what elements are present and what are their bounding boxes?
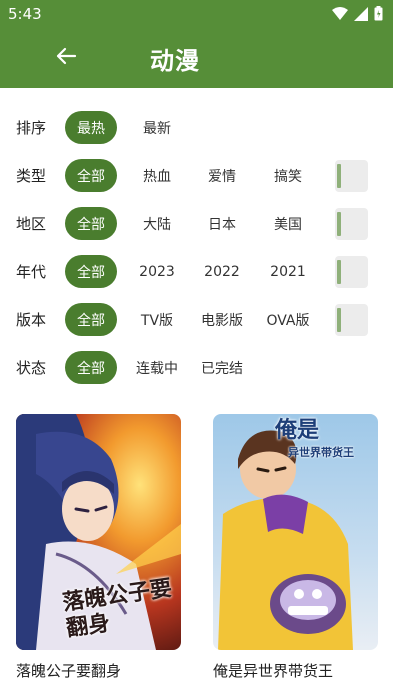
- row-scroll-indicator[interactable]: [335, 160, 368, 192]
- signal-icon: [354, 6, 368, 21]
- chip-state-all[interactable]: 全部: [65, 351, 117, 384]
- back-button[interactable]: [52, 42, 80, 70]
- chip-year-2022[interactable]: 2022: [196, 255, 248, 288]
- filter-label-sort: 排序: [16, 119, 47, 137]
- filter-label-state: 状态: [16, 359, 47, 377]
- anime-card[interactable]: 俺是 异世界带货王 俺是异世界带货王: [213, 414, 378, 681]
- chip-sort-new[interactable]: 最新: [131, 111, 183, 144]
- app-bar: 动漫: [0, 28, 393, 88]
- chip-type-romance[interactable]: 爱情: [196, 159, 248, 192]
- chip-region-mainland[interactable]: 大陆: [131, 207, 183, 240]
- chip-state-finished[interactable]: 已完结: [193, 351, 251, 384]
- chip-year-2023[interactable]: 2023: [131, 255, 183, 288]
- anime-card[interactable]: 落魄公子要翻身 落魄公子要翻身: [16, 414, 181, 681]
- battery-icon: [374, 6, 383, 21]
- status-time: 5:43: [8, 5, 42, 23]
- chip-sort-hot[interactable]: 最热: [65, 111, 117, 144]
- row-scroll-indicator[interactable]: [335, 256, 368, 288]
- chip-version-all[interactable]: 全部: [65, 303, 117, 336]
- chip-year-all[interactable]: 全部: [65, 255, 117, 288]
- anime-cover[interactable]: 俺是 异世界带货王: [213, 414, 378, 650]
- chip-type-comedy[interactable]: 搞笑: [262, 159, 314, 192]
- cover-title-main: 俺是: [275, 417, 320, 443]
- row-scroll-indicator[interactable]: [335, 208, 368, 240]
- filter-label-year: 年代: [16, 263, 47, 281]
- wifi-icon: [332, 6, 348, 20]
- cover-title-sub: 异世界带货王: [288, 446, 354, 459]
- chip-year-2021[interactable]: 2021: [262, 255, 314, 288]
- filter-row-version: 版本 全部 TV版 电影版 OVA版: [0, 297, 393, 341]
- filter-row-region: 地区 全部 大陆 日本 美国: [0, 201, 393, 245]
- chip-state-ongoing[interactable]: 连载中: [128, 351, 186, 384]
- chip-type-action[interactable]: 热血: [131, 159, 183, 192]
- page-title: 动漫: [150, 47, 200, 75]
- status-bar: 5:43: [0, 0, 393, 28]
- filter-row-type: 类型 全部 热血 爱情 搞笑: [0, 153, 393, 197]
- filter-label-type: 类型: [16, 167, 47, 185]
- chip-type-all[interactable]: 全部: [65, 159, 117, 192]
- filter-row-state: 状态 全部 连载中 已完结: [0, 345, 393, 389]
- chip-region-usa[interactable]: 美国: [262, 207, 314, 240]
- chip-region-japan[interactable]: 日本: [196, 207, 248, 240]
- chip-version-ova[interactable]: OVA版: [259, 303, 317, 336]
- row-scroll-indicator[interactable]: [335, 304, 368, 336]
- filter-row-year: 年代 全部 2023 2022 2021: [0, 249, 393, 293]
- anime-cover[interactable]: 落魄公子要翻身: [16, 414, 181, 650]
- anime-title: 俺是异世界带货王: [213, 662, 334, 680]
- filter-label-region: 地区: [16, 215, 47, 233]
- arrow-left-icon: [56, 47, 77, 65]
- chip-version-movie[interactable]: 电影版: [193, 303, 251, 336]
- anime-title: 落魄公子要翻身: [16, 662, 122, 680]
- chip-region-all[interactable]: 全部: [65, 207, 117, 240]
- filter-row-sort: 排序 最热 最新: [0, 105, 393, 149]
- status-icons: [332, 6, 383, 21]
- chip-version-tv[interactable]: TV版: [131, 303, 183, 336]
- filter-label-version: 版本: [16, 311, 47, 329]
